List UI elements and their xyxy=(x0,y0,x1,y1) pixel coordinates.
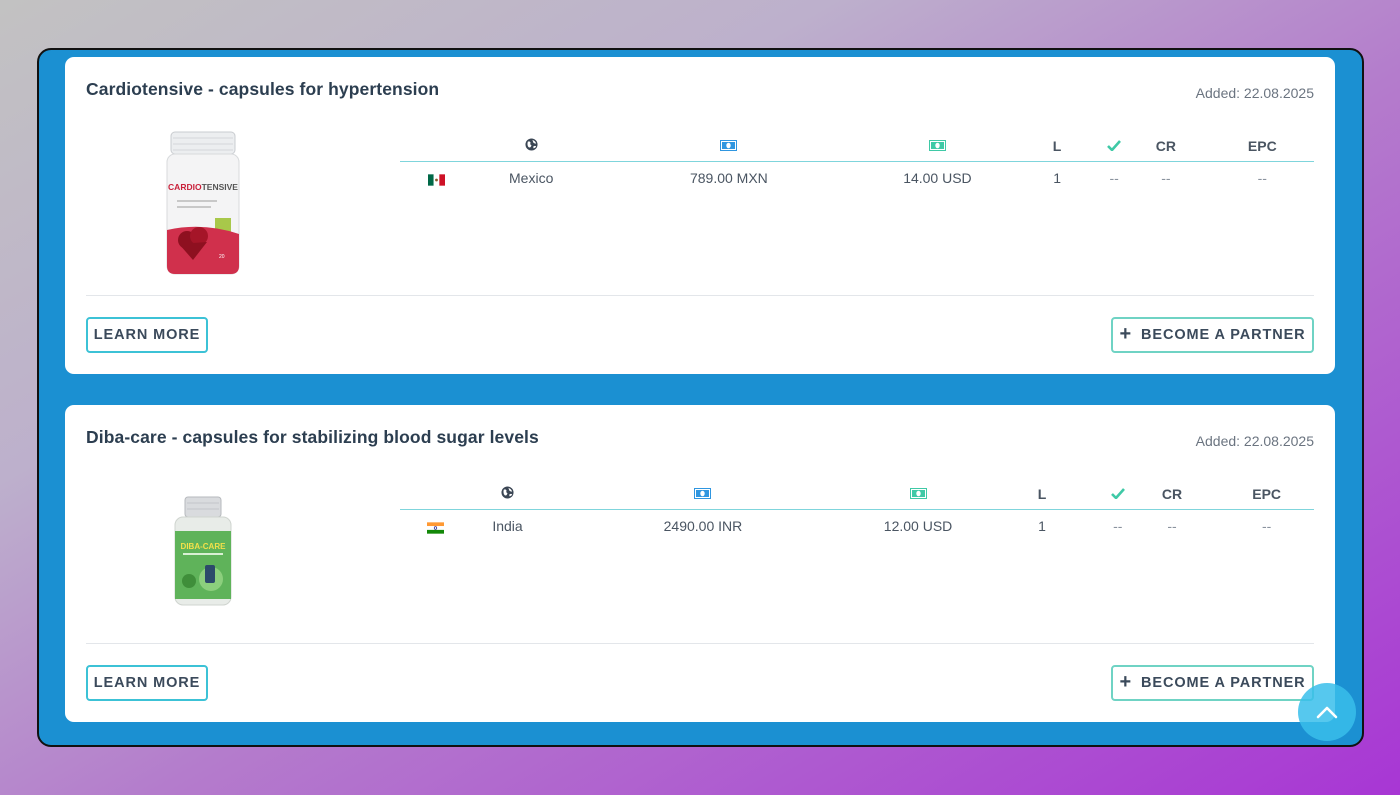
product-image-cardiotensive: CARDIOTENSIVE 20 xyxy=(145,129,261,277)
approved-cell: -- xyxy=(1109,170,1119,187)
offer-added-date: Added: 22.08.2025 xyxy=(1195,433,1314,449)
globe-icon xyxy=(525,138,538,151)
country-cell: India xyxy=(492,518,523,535)
payout-cell: 14.00 USD xyxy=(903,170,972,187)
become-partner-label: BECOME A PARTNER xyxy=(1141,327,1306,343)
check-icon xyxy=(1110,487,1125,500)
svg-text:DIBA-CARE: DIBA-CARE xyxy=(181,542,227,551)
level-column-header: L xyxy=(1006,131,1108,162)
level-cell: 1 xyxy=(1053,170,1061,187)
become-partner-button[interactable]: + BECOME A PARTNER xyxy=(1111,317,1314,353)
offer-stats-table: L CR EPC Mexico 789.00 MXN 14.00 USD 1 -… xyxy=(400,131,1314,195)
geo-column-header xyxy=(471,479,544,510)
offer-card: Cardiotensive - capsules for hypertensio… xyxy=(65,57,1335,374)
offer-card: Diba-care - capsules for stabilizing blo… xyxy=(65,405,1335,722)
payout-column-header xyxy=(867,131,1007,162)
table-row: India 2490.00 INR 12.00 USD 1 -- -- -- xyxy=(400,509,1314,543)
mexico-flag-icon xyxy=(427,173,445,186)
plus-icon: + xyxy=(1119,671,1133,693)
epc-cell: -- xyxy=(1261,518,1272,535)
offer-added-date: Added: 22.08.2025 xyxy=(1195,85,1314,101)
svg-text:20: 20 xyxy=(219,254,225,260)
india-flag-icon xyxy=(427,521,445,534)
flag-cell xyxy=(400,161,473,195)
offers-frame: Cardiotensive - capsules for hypertensio… xyxy=(37,48,1364,747)
check-icon xyxy=(1107,139,1122,152)
scroll-to-top-button[interactable] xyxy=(1298,683,1356,741)
level-cell: 1 xyxy=(1038,518,1046,535)
money-icon-blue xyxy=(694,487,712,499)
epc-column-header: EPC xyxy=(1210,131,1314,162)
plus-icon: + xyxy=(1119,323,1133,345)
become-partner-label: BECOME A PARTNER xyxy=(1141,675,1306,691)
epc-column-header: EPC xyxy=(1219,479,1314,510)
learn-more-button[interactable]: LEARN MORE xyxy=(86,317,208,353)
price-cell: 789.00 MXN xyxy=(689,170,768,187)
geo-column-header xyxy=(472,131,590,162)
money-icon-green xyxy=(909,487,927,499)
price-column-header xyxy=(589,131,868,162)
cr-column-header: CR xyxy=(1121,131,1211,162)
offer-title: Diba-care - capsules for stabilizing blo… xyxy=(86,427,539,447)
globe-icon xyxy=(501,486,514,499)
become-partner-button[interactable]: + BECOME A PARTNER xyxy=(1111,665,1314,701)
card-divider xyxy=(86,295,1314,296)
product-image-diba-care: DIBA-CARE xyxy=(145,477,261,625)
approved-cell: -- xyxy=(1113,518,1123,535)
approved-column-header xyxy=(1107,131,1122,162)
epc-cell: -- xyxy=(1257,170,1267,187)
cr-column-header: CR xyxy=(1124,479,1220,510)
price-cell: 2490.00 INR xyxy=(663,518,743,535)
payout-column-header xyxy=(862,479,974,510)
chevron-up-icon xyxy=(1316,706,1338,719)
svg-text:CARDIOTENSIVE: CARDIOTENSIVE xyxy=(168,182,238,192)
approved-column-header xyxy=(1110,479,1125,510)
learn-more-button[interactable]: LEARN MORE xyxy=(86,665,208,701)
flag-column-header xyxy=(400,131,473,162)
table-row: Mexico 789.00 MXN 14.00 USD 1 -- -- -- xyxy=(400,161,1314,195)
flag-cell xyxy=(400,509,472,543)
offer-title: Cardiotensive - capsules for hypertensio… xyxy=(86,79,440,99)
offer-stats-table: L CR EPC India 2490.00 INR 12.00 USD 1 -… xyxy=(400,479,1314,543)
price-column-header xyxy=(543,479,863,510)
money-icon-green xyxy=(928,139,946,151)
country-cell: Mexico xyxy=(509,170,554,187)
payout-cell: 12.00 USD xyxy=(883,518,953,535)
flag-column-header xyxy=(400,479,472,510)
money-icon-blue xyxy=(720,139,738,151)
cr-cell: -- xyxy=(1161,170,1171,187)
cr-cell: -- xyxy=(1167,518,1177,535)
card-divider xyxy=(86,643,1314,644)
level-column-header: L xyxy=(973,479,1111,510)
